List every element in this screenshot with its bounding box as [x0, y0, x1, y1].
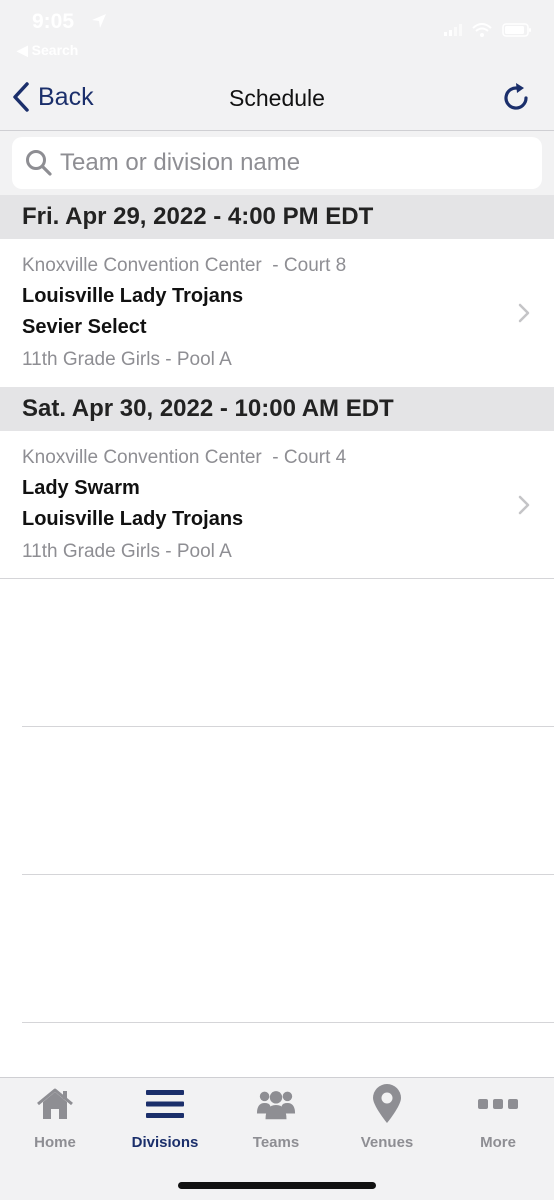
date-section-header: Sat. Apr 30, 2022 - 10:00 AM EDT — [0, 387, 554, 431]
tab-home[interactable]: Home — [0, 1084, 110, 1154]
date-section-header: Fri. Apr 29, 2022 - 4:00 PM EDT — [0, 195, 554, 239]
status-indicators — [444, 23, 532, 37]
date-header-text: Fri. Apr 29, 2022 - 4:00 PM EDT — [22, 203, 374, 230]
search-field[interactable] — [12, 137, 542, 189]
house-icon — [35, 1084, 75, 1124]
tab-venues[interactable]: Venues — [332, 1084, 442, 1154]
search-bar — [0, 131, 554, 195]
navigation-bar: Back Schedule — [0, 62, 554, 131]
team-away: Louisville Lady Trojans — [22, 508, 244, 530]
location-pin-icon — [367, 1084, 407, 1124]
team-home: Louisville Lady Trojans — [22, 285, 244, 307]
tab-label: Teams — [252, 1134, 300, 1151]
chevron-right-icon — [518, 495, 530, 515]
tab-more[interactable]: More — [443, 1084, 553, 1154]
location-arrow-icon — [92, 14, 106, 28]
home-indicator[interactable] — [178, 1182, 376, 1189]
tab-label: Home — [34, 1134, 76, 1151]
row-divider — [22, 1022, 554, 1023]
more-dots-icon — [478, 1084, 518, 1124]
team-home: Lady Swarm — [22, 477, 140, 499]
division-pool: 11th Grade Girls - Pool A — [22, 349, 232, 370]
tab-label: More — [480, 1134, 516, 1151]
row-divider — [0, 578, 554, 579]
status-bar: 9:05 ◀ Search — [0, 0, 554, 62]
status-back-to-app[interactable]: ◀ Search — [17, 42, 78, 59]
row-divider — [22, 874, 554, 875]
refresh-icon[interactable] — [502, 81, 532, 113]
tab-teams[interactable]: Teams — [221, 1084, 331, 1154]
game-row[interactable]: Knoxville Convention Center - Court 4 La… — [0, 431, 554, 579]
chevron-right-icon — [518, 303, 530, 323]
status-time: 9:05 — [32, 10, 75, 33]
menu-bars-icon — [145, 1084, 185, 1124]
game-row[interactable]: Knoxville Convention Center - Court 8 Lo… — [0, 239, 554, 387]
search-input[interactable] — [60, 143, 542, 183]
division-pool: 11th Grade Girls - Pool A — [22, 541, 232, 562]
venue-court: Knoxville Convention Center - Court 8 — [22, 255, 347, 276]
tab-bar: Home Divisions Teams Venues More — [0, 1077, 554, 1200]
row-divider — [22, 726, 554, 727]
people-icon — [256, 1084, 296, 1124]
tab-label: Divisions — [131, 1134, 199, 1151]
cellular-signal-icon — [444, 24, 462, 36]
tab-divisions[interactable]: Divisions — [110, 1084, 220, 1154]
tab-label: Venues — [360, 1134, 414, 1151]
team-away: Sevier Select — [22, 316, 147, 338]
battery-icon — [502, 23, 531, 37]
date-header-text: Sat. Apr 30, 2022 - 10:00 AM EDT — [22, 395, 394, 422]
venue-court: Knoxville Convention Center - Court 4 — [22, 447, 347, 468]
wifi-icon — [472, 23, 492, 37]
search-icon — [26, 150, 52, 176]
page-title: Schedule — [229, 85, 325, 111]
